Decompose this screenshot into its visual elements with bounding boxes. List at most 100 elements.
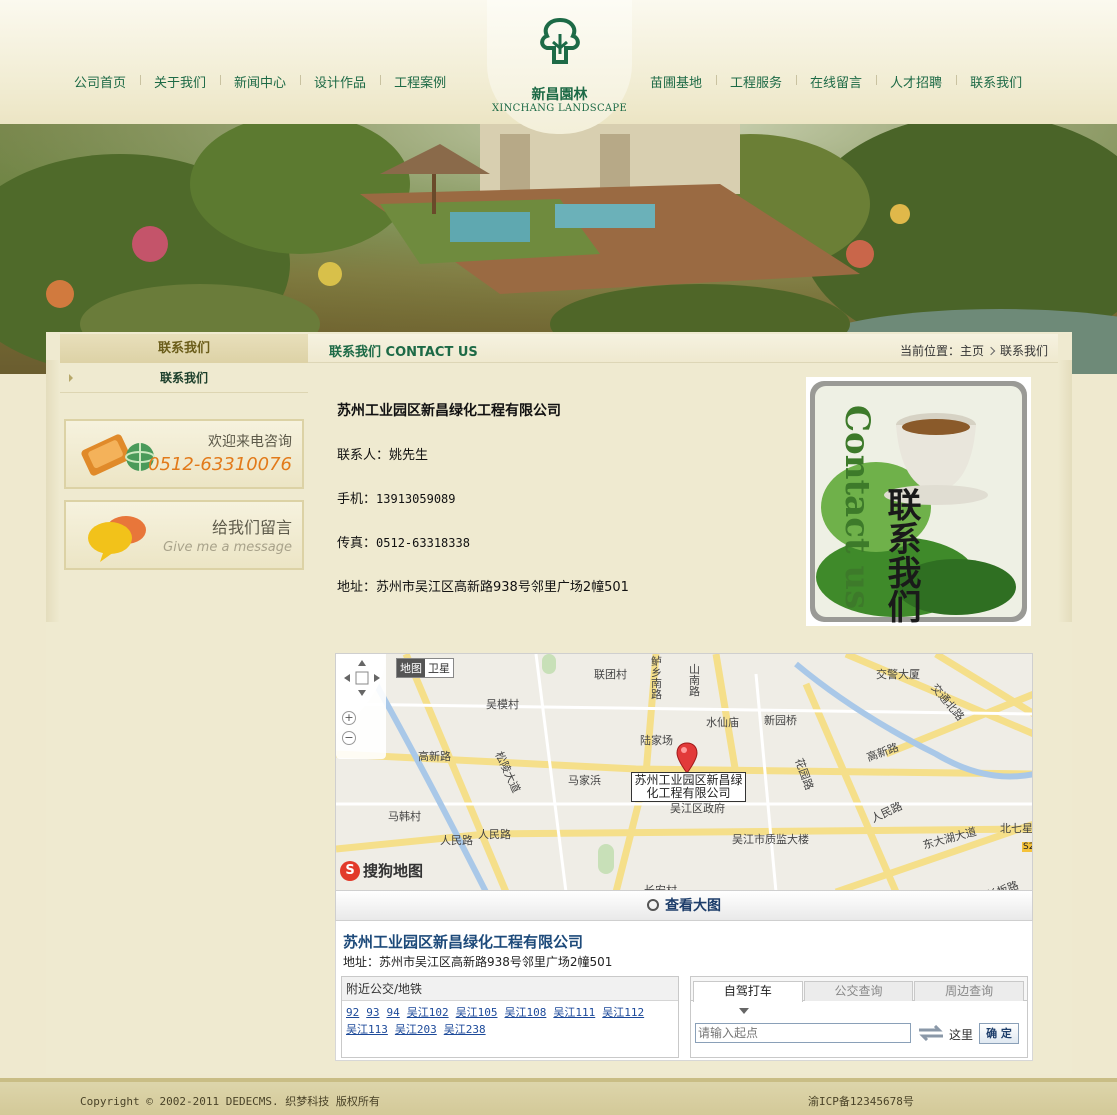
destination-here-label: 这里 xyxy=(949,1028,974,1042)
bus-line-link[interactable]: 吴江113 xyxy=(346,1023,388,1036)
nav-design[interactable]: 设计作品 xyxy=(300,72,380,91)
main-nav-right: 苗圃基地 工程服务 在线留言 人才招聘 联系我们 xyxy=(636,72,1036,91)
breadcrumb-prefix: 当前位置： xyxy=(899,344,960,358)
bus-line-link[interactable]: 吴江203 xyxy=(395,1023,437,1036)
contact-image-cn: 联系我们 xyxy=(881,487,921,623)
map-label: 马家浜 xyxy=(568,774,601,787)
map-label: 吴模村 xyxy=(486,698,519,711)
bus-line-link[interactable]: 吴江105 xyxy=(456,1006,498,1019)
confirm-button[interactable]: 确 定 xyxy=(979,1023,1019,1044)
breadcrumb-home[interactable]: 主页 xyxy=(960,344,984,358)
map-detail-panel: 苏州工业园区新昌绿化工程有限公司 地址：苏州市吴江区高新路938号邻里广场2幢5… xyxy=(335,921,1033,1061)
chevron-right-icon xyxy=(986,346,996,356)
nav-contact[interactable]: 联系我们 xyxy=(956,72,1036,91)
nav-home[interactable]: 公司首页 xyxy=(60,72,140,91)
tab-driving[interactable]: 自驾打车 xyxy=(693,981,803,1002)
bus-line-link[interactable]: 吴江102 xyxy=(407,1006,449,1019)
route-planner-box: 自驾打车 公交查询 周边查询 这里 确 定 xyxy=(690,976,1028,1058)
nearby-transit-heading: 附近公交/地铁 xyxy=(342,977,678,1001)
nav-news[interactable]: 新闻中心 xyxy=(220,72,300,91)
map-label: S2 xyxy=(1022,842,1032,852)
map-label: 水仙庙 xyxy=(706,716,739,729)
phone-number: 0512-63310076 xyxy=(148,454,292,475)
map-detail-title: 苏州工业园区新昌绿化工程有限公司 xyxy=(343,933,584,951)
phone-promo-title: 欢迎来电咨询 xyxy=(208,434,292,450)
bus-line-link[interactable]: 94 xyxy=(387,1006,400,1019)
map-type-map[interactable]: 地图 xyxy=(397,659,425,677)
contact-fax: 传真：0512-63318338 xyxy=(337,532,629,576)
nav-cases[interactable]: 工程案例 xyxy=(380,72,460,91)
footer-copyright: Copyright © 2002-2011 DEDECMS. 织梦科技 版权所有 xyxy=(80,1095,380,1108)
map-label: 长安村 xyxy=(644,884,677,891)
map-label: 人民路 xyxy=(440,834,473,847)
map-label: 联团村 xyxy=(594,668,627,681)
nav-nursery[interactable]: 苗圃基地 xyxy=(636,72,716,91)
contact-image-en: Contact us xyxy=(837,405,877,609)
breadcrumb: 当前位置：主页 联系我们 xyxy=(900,342,1048,359)
tree-logo-icon xyxy=(540,18,580,64)
map-type-satellite[interactable]: 卫星 xyxy=(425,659,453,677)
view-larger-map-button[interactable]: 查看大图 xyxy=(335,891,1033,921)
nav-message[interactable]: 在线留言 xyxy=(796,72,876,91)
bus-line-link[interactable]: 93 xyxy=(366,1006,379,1019)
map-label: 马韩村 xyxy=(388,810,421,823)
map-pin-icon[interactable] xyxy=(676,742,698,774)
zoom-out-icon[interactable]: − xyxy=(342,731,356,745)
tab-nearby-search[interactable]: 周边查询 xyxy=(914,981,1025,1001)
sidebar-item-contact[interactable]: 联系我们 xyxy=(60,363,308,393)
phone-consult-banner[interactable]: 欢迎来电咨询 0512-63310076 xyxy=(64,419,304,489)
frame-shadow-right xyxy=(1058,360,1072,622)
map-label: 陆家场 xyxy=(640,734,673,747)
frame-shadow-left xyxy=(46,360,60,622)
tab-bus-query[interactable]: 公交查询 xyxy=(803,981,914,1001)
map-label: 吴江区政府 xyxy=(670,802,725,815)
nav-jobs[interactable]: 人才招聘 xyxy=(876,72,956,91)
nearby-transit-box: 附近公交/地铁 92 93 94 吴江102 吴江105 吴江108 吴江111 吴江112 吴… xyxy=(341,976,679,1058)
start-point-input[interactable] xyxy=(695,1023,911,1043)
message-promo-title: 给我们留言 xyxy=(211,518,292,537)
fax-value: 0512-63318338 xyxy=(376,536,470,550)
contact-us-image: Contact us 联系我们 xyxy=(806,377,1031,626)
contact-person: 联系人：姚先生 xyxy=(337,448,429,463)
company-name: 苏州工业园区新昌绿化工程有限公司 xyxy=(337,403,561,419)
zoom-magnifier-icon xyxy=(647,899,659,911)
map-label: 鲈乡南路 xyxy=(651,655,662,701)
bus-line-list: 92 93 94 吴江102 吴江105 吴江108 吴江111 吴江112 吴江113 吴江20… xyxy=(342,1001,678,1041)
logo-text-en: XINCHANG LANDSCAPE xyxy=(491,103,628,114)
view-larger-label: 查看大图 xyxy=(665,898,721,914)
content-header: 联系我们 CONTACT US 当前位置：主页 联系我们 xyxy=(308,334,1058,363)
map-pan-control[interactable] xyxy=(342,658,382,698)
map-label: 北七星 xyxy=(1000,822,1033,835)
swap-arrows-icon[interactable] xyxy=(917,1025,945,1041)
fax-label: 传真： xyxy=(337,536,377,551)
nav-about[interactable]: 关于我们 xyxy=(140,72,220,91)
breadcrumb-current: 联系我们 xyxy=(999,344,1048,358)
map-type-switch: 地图 卫星 xyxy=(396,658,454,678)
zoom-in-icon[interactable]: + xyxy=(342,711,356,725)
contact-info: 苏州工业园区新昌绿化工程有限公司 联系人：姚先生 手机：13913059089 … xyxy=(337,400,629,620)
bus-line-link[interactable]: 吴江238 xyxy=(444,1023,486,1036)
site-footer: Copyright © 2002-2011 DEDECMS. 织梦科技 版权所有… xyxy=(0,1078,1117,1115)
leave-message-banner[interactable]: 给我们留言 Give me a message xyxy=(64,500,304,570)
site-logo[interactable]: 新昌園林 XINCHANG LANDSCAPE xyxy=(487,0,632,134)
map-label: 新园桥 xyxy=(764,714,797,727)
bus-line-link[interactable]: 92 xyxy=(346,1006,359,1019)
sidebar: 联系我们 联系我们 欢迎来电咨询 0512-63310076 给我们留言 Giv… xyxy=(60,334,308,1074)
bus-line-link[interactable]: 吴江111 xyxy=(553,1006,595,1019)
map-brand: 搜狗地图 xyxy=(363,862,424,880)
mobile-label: 手机： xyxy=(337,492,377,507)
map-label: 交警大厦 xyxy=(876,668,920,681)
map-label: 山南路 xyxy=(689,663,700,698)
pan-arrows-icon xyxy=(344,660,380,696)
location-map[interactable]: + − 地图 卫星 联团村 鲈乡南路 山南路 交警大厦 吴模村 水仙庙 新园桥 … xyxy=(335,653,1033,891)
map-label: 人民路 xyxy=(478,828,511,841)
logo-text-cn: 新昌園林 xyxy=(531,87,588,103)
sidebar-title: 联系我们 xyxy=(60,334,308,363)
map-marker-label: 苏州工业园区新昌绿化工程有限公司 xyxy=(631,772,746,802)
bus-line-link[interactable]: 吴江108 xyxy=(505,1006,547,1019)
nav-services[interactable]: 工程服务 xyxy=(716,72,796,91)
phone-icon xyxy=(81,434,155,476)
sogou-map-logo: S 搜狗地图 xyxy=(340,860,423,881)
main-nav-left: 公司首页 关于我们 新闻中心 设计作品 工程案例 xyxy=(60,72,460,91)
bus-line-link[interactable]: 吴江112 xyxy=(602,1006,644,1019)
